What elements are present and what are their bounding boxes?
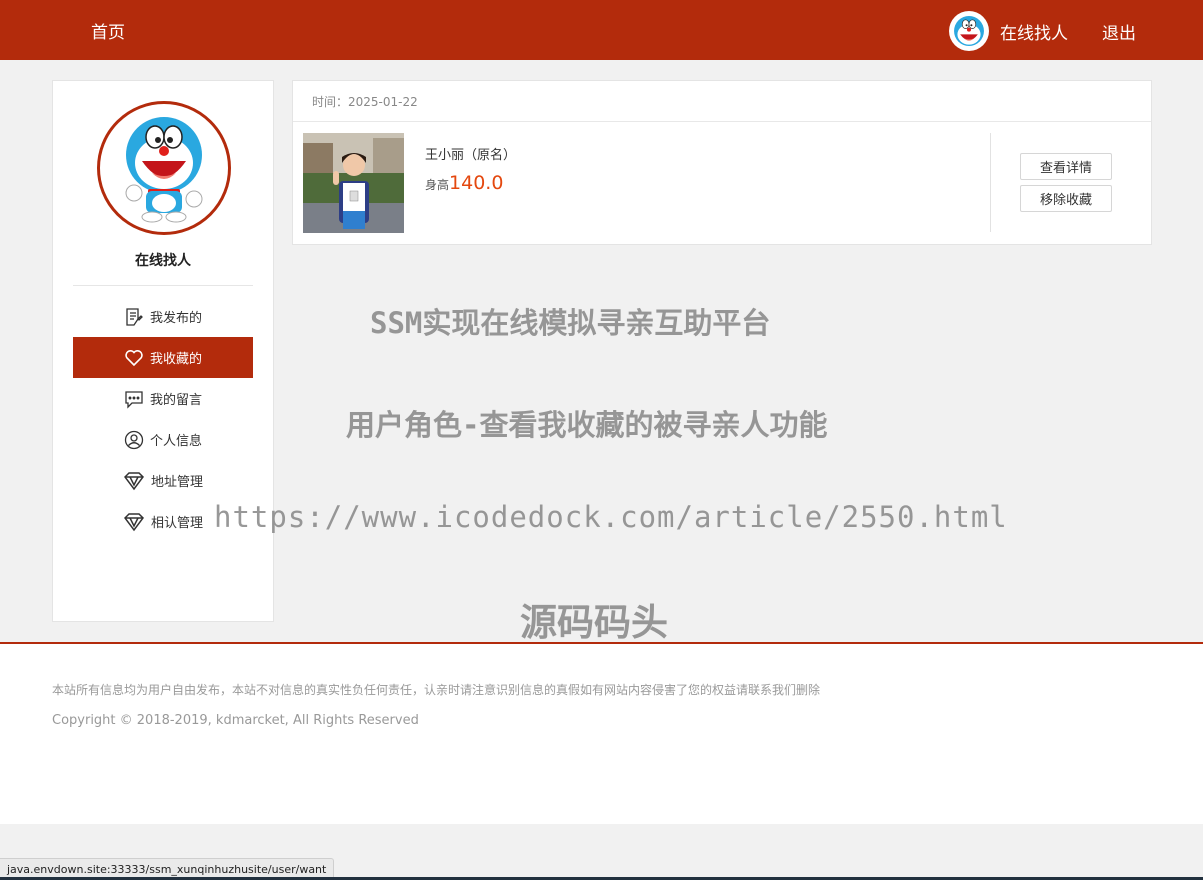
sidebar-item-profile[interactable]: 个人信息 [73, 419, 253, 460]
profile-name: 在线找人 [135, 253, 191, 269]
list-item: 王小丽（原名） 身高140.0 查看详情 移除收藏 [303, 133, 1143, 233]
watermark-brand: 源码码头 [520, 601, 668, 644]
document-edit-icon [126, 307, 143, 326]
sidebar-item-label: 相认管理 [150, 516, 203, 531]
sidebar-item-my-favorites[interactable]: 我收藏的 [73, 337, 253, 378]
sidebar-item-label: 地址管理 [150, 475, 203, 490]
watermark-subtitle: 用户角色-查看我收藏的被寻亲人功能 [346, 408, 828, 442]
footer-copyright: Copyright © 2018-2019, kdmarcket, All Ri… [52, 713, 419, 728]
sidebar-item-label: 我发布的 [149, 311, 202, 326]
home-link[interactable]: 首页 [91, 18, 125, 43]
sidebar-item-my-messages[interactable]: 我的留言 [73, 378, 253, 419]
divider [990, 133, 991, 232]
divider [73, 285, 253, 286]
avatar[interactable] [949, 11, 989, 51]
message-icon [125, 390, 143, 409]
username-label[interactable]: 在线找人 [1000, 19, 1068, 44]
person-photo[interactable] [303, 133, 404, 233]
user-menu[interactable]: 在线找人 [949, 11, 1068, 51]
diamond-icon [123, 471, 144, 490]
user-circle-icon [124, 430, 144, 449]
doraemon-avatar-icon [125, 117, 203, 223]
sidebar-item-my-posts[interactable]: 我发布的 [73, 296, 253, 337]
height-value: 140.0 [449, 172, 504, 194]
page-footer: 本站所有信息均为用户自由发布，本站不对信息的真实性负任何责任，认亲时请注意识别信… [0, 642, 1203, 824]
top-navbar: 首页 在线找人 退出 [0, 0, 1203, 60]
person-height: 身高140.0 [425, 172, 503, 194]
height-label: 身高 [425, 178, 450, 192]
sidebar-item-address[interactable]: 地址管理 [73, 460, 253, 501]
logout-link[interactable]: 退出 [1102, 19, 1136, 44]
user-sidebar: 在线找人 我发布的 我收藏的 我的留言 个人信息 地址管理 相认管理 [52, 80, 274, 622]
sidebar-item-label: 个人信息 [149, 434, 202, 449]
sidebar-item-label: 我收藏的 [149, 352, 202, 367]
favorites-panel: 时间：2025-01-22 王小丽（原名） 身高140.0 查看详情 移除收藏 [292, 80, 1152, 245]
doraemon-avatar-icon [954, 16, 984, 46]
profile-avatar [97, 101, 231, 235]
heart-icon [125, 349, 143, 366]
person-name[interactable]: 王小丽（原名） [425, 144, 516, 163]
sidebar-item-label: 我的留言 [149, 393, 202, 408]
remove-favorite-button[interactable]: 移除收藏 [1020, 185, 1112, 212]
watermark-title: SSM实现在线模拟寻亲互助平台 [370, 306, 771, 340]
diamond-icon [123, 512, 144, 531]
favorite-time: 时间：2025-01-22 [293, 81, 1151, 122]
footer-disclaimer: 本站所有信息均为用户自由发布，本站不对信息的真实性负任何责任，认亲时请注意识别信… [52, 683, 821, 697]
view-details-button[interactable]: 查看详情 [1020, 153, 1112, 180]
watermark-url: https://www.icodedock.com/article/2550.h… [214, 500, 1008, 534]
